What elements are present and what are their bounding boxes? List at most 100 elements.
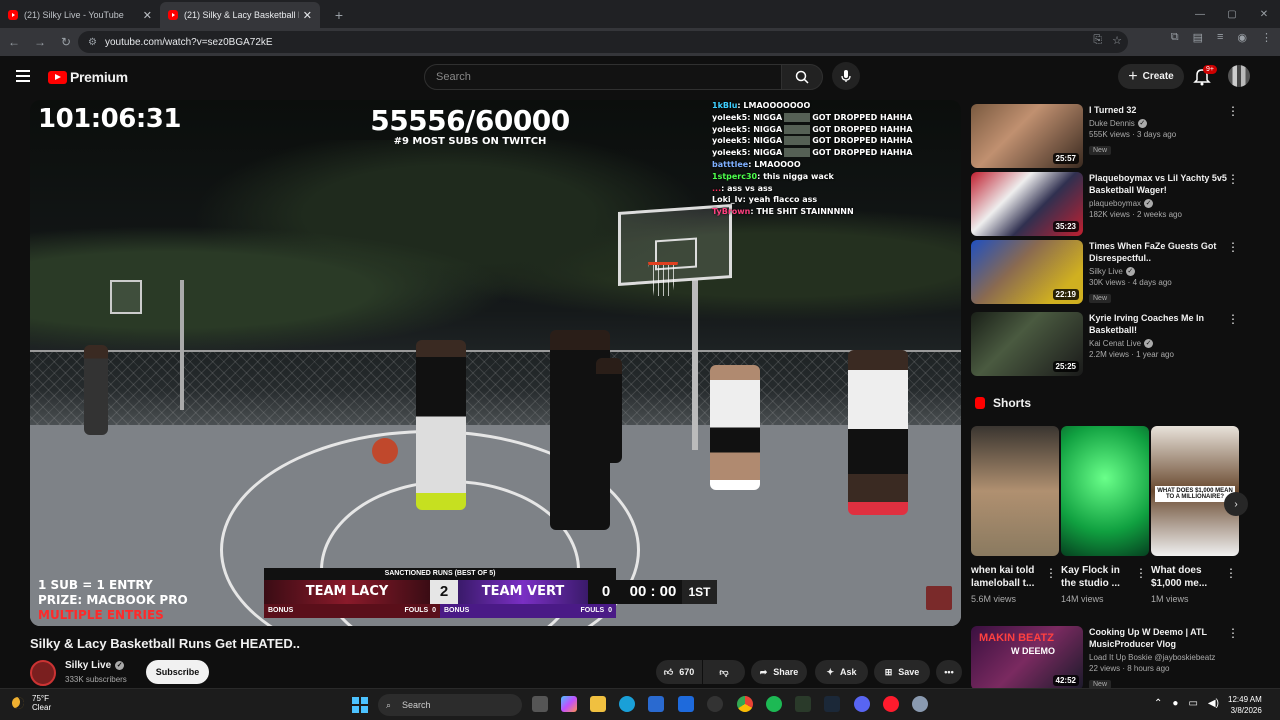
task-view-icon[interactable] <box>532 696 548 712</box>
subscribe-button[interactable]: Subscribe <box>146 660 209 684</box>
tab-silky-live[interactable]: (21) Silky Live - YouTube ✕ <box>0 2 160 28</box>
short-title[interactable]: when kai told lameloball t... <box>971 564 1047 590</box>
maximize-icon[interactable]: ▢ <box>1216 0 1248 28</box>
settings-gear-icon[interactable] <box>912 696 928 712</box>
install-icon[interactable]: ⎘ <box>1093 34 1102 47</box>
video-thumbnail[interactable]: 25:57 <box>971 104 1083 168</box>
reading-list-icon[interactable]: ≡ <box>1217 31 1223 44</box>
volume-icon[interactable]: ◀) <box>1208 698 1219 709</box>
chrome-icon[interactable] <box>737 696 753 712</box>
taskbar-search[interactable]: ⌕ Search <box>378 694 522 716</box>
spotify-icon[interactable] <box>766 696 782 712</box>
tray-overflow-icon[interactable]: ⌃ <box>1154 698 1162 709</box>
search-button[interactable] <box>781 64 823 90</box>
video-player[interactable]: 101:06:31 55556/60000 #9 MOST SUBS ON TW… <box>30 100 961 626</box>
close-tab-icon[interactable]: ✕ <box>303 9 312 22</box>
more-vertical-icon[interactable]: ⋮ <box>1045 566 1057 580</box>
menu-kebab-icon[interactable]: ⋮ <box>1261 31 1272 44</box>
recommended-video[interactable]: 25:25 Kyrie Irving Coaches Me In Basketb… <box>971 312 1241 376</box>
short-card[interactable]: WHAT DOES $1,000 MEAN TO A MILLIONAIRE? … <box>1151 426 1239 604</box>
file-explorer-icon[interactable] <box>590 696 606 712</box>
more-vertical-icon[interactable]: ⋮ <box>1227 172 1239 186</box>
network-icon[interactable]: ▭ <box>1188 698 1197 709</box>
short-thumbnail[interactable] <box>971 426 1059 556</box>
more-vertical-icon[interactable]: ⋮ <box>1227 104 1239 118</box>
search-input[interactable]: Search <box>424 64 782 90</box>
taskbar-clock[interactable]: 12:49 AM 3/8/2026 <box>1228 694 1262 716</box>
dislike-button[interactable]: 👎︎ <box>703 660 745 684</box>
tab-basketball-runs[interactable]: (21) Silky & Lacy Basketball Runs ✕ <box>160 2 320 28</box>
url-field[interactable]: ⚙ youtube.com/watch?v=sez0BGA72kE ⎘ ☆ <box>78 31 1128 53</box>
new-tab-button[interactable]: + <box>328 4 350 26</box>
more-vertical-icon[interactable]: ⋮ <box>1225 566 1237 580</box>
opera-icon[interactable] <box>883 696 899 712</box>
discord-icon[interactable] <box>854 696 870 712</box>
windows-start-icon[interactable] <box>352 697 368 713</box>
forward-icon[interactable]: → <box>28 30 52 54</box>
outlook-icon[interactable] <box>678 696 694 712</box>
more-vertical-icon[interactable]: ⋮ <box>1135 566 1147 580</box>
bookmark-star-icon[interactable]: ☆ <box>1112 34 1122 47</box>
sub-goal: 55556/60000 <box>370 104 570 137</box>
voice-search-button[interactable] <box>832 62 860 90</box>
microphone-icon[interactable]: ● <box>1172 698 1178 709</box>
recommended-video[interactable]: MAKIN BEATZ W DEEMO 42:52 Cooking Up W D… <box>971 626 1241 690</box>
video-title[interactable]: Plaqueboymax vs Lil Yachty 5v5 Basketbal… <box>1089 172 1229 196</box>
video-thumbnail[interactable]: 25:25 <box>971 312 1083 376</box>
channel-avatar[interactable] <box>30 660 56 686</box>
recommended-video[interactable]: 25:57 I Turned 32 Duke Dennis ✓ 555K view… <box>971 104 1241 168</box>
more-vertical-icon[interactable]: ⋮ <box>1227 312 1239 326</box>
weather-widget[interactable]: 75°F Clear <box>12 694 51 712</box>
more-actions-button[interactable]: ••• <box>936 660 962 684</box>
recommended-video[interactable]: 22:19 Times When FaZe Guests Got Disresp… <box>971 240 1241 304</box>
emote-icon <box>784 148 811 158</box>
video-thumbnail[interactable]: MAKIN BEATZ W DEEMO 42:52 <box>971 626 1083 690</box>
xbox-icon[interactable] <box>795 696 811 712</box>
app-icon[interactable] <box>707 696 723 712</box>
shorts-next-button[interactable]: › <box>1224 492 1248 516</box>
video-thumbnail[interactable]: 35:23 <box>971 172 1083 236</box>
media-icon[interactable]: ▤ <box>1193 31 1203 44</box>
channel-name-row[interactable]: Silky Live ✓ <box>65 660 125 671</box>
like-button[interactable]: 👍︎ 670 <box>656 660 702 684</box>
create-button[interactable]: + Create <box>1118 64 1184 89</box>
store-icon[interactable] <box>648 696 664 712</box>
short-card[interactable]: Kay Flock in the studio ... 14M views ⋮ <box>1061 426 1149 604</box>
video-title[interactable]: Times When FaZe Guests Got Disrespectful… <box>1089 240 1229 264</box>
site-info-icon[interactable]: ⚙ <box>88 37 97 48</box>
copilot-icon[interactable] <box>561 696 577 712</box>
more-vertical-icon[interactable]: ⋮ <box>1227 626 1239 640</box>
short-card[interactable]: when kai told lameloball t... 5.6M views… <box>971 426 1059 604</box>
more-vertical-icon[interactable]: ⋮ <box>1227 240 1239 254</box>
save-button[interactable]: ⊞ Save <box>874 660 930 684</box>
taskbar-search-label: Search <box>402 700 431 710</box>
channel-name[interactable]: Silky Live <box>65 660 111 671</box>
short-title[interactable]: What does $1,000 me... <box>1151 564 1227 590</box>
minimize-icon[interactable]: — <box>1184 0 1216 28</box>
steam-icon[interactable] <box>824 696 840 712</box>
menu-hamburger-icon[interactable] <box>16 70 30 82</box>
share-button[interactable]: ➦ Share <box>751 660 807 684</box>
close-tab-icon[interactable]: ✕ <box>143 9 152 22</box>
video-title[interactable]: Cooking Up W Deemo | ATL MusicProducer V… <box>1089 626 1229 650</box>
profile-icon[interactable]: ◉ <box>1237 31 1247 44</box>
short-thumbnail[interactable] <box>1061 426 1149 556</box>
back-icon[interactable]: ← <box>2 30 26 54</box>
short-thumbnail[interactable]: WHAT DOES $1,000 MEAN TO A MILLIONAIRE? <box>1151 426 1239 556</box>
team2-score: 0 <box>588 580 624 604</box>
clock-date: 3/8/2026 <box>1230 706 1262 715</box>
video-title[interactable]: Kyrie Irving Coaches Me In Basketball! <box>1089 312 1229 336</box>
youtube-premium-logo[interactable]: Premium <box>48 69 128 85</box>
recommended-video[interactable]: 35:23 Plaqueboymax vs Lil Yachty 5v5 Bas… <box>971 172 1241 236</box>
video-thumbnail[interactable]: 22:19 <box>971 240 1083 304</box>
account-avatar[interactable] <box>1228 65 1250 87</box>
video-title[interactable]: I Turned 32 <box>1089 104 1229 116</box>
edge-icon[interactable] <box>619 696 635 712</box>
close-window-icon[interactable]: ✕ <box>1248 0 1280 28</box>
verified-check-icon: ✓ <box>1137 119 1147 128</box>
extensions-icon[interactable]: ⧉ <box>1171 31 1179 44</box>
ask-button[interactable]: ✦ Ask <box>815 660 868 684</box>
short-title[interactable]: Kay Flock in the studio ... <box>1061 564 1137 590</box>
reload-icon[interactable]: ↻ <box>54 30 78 54</box>
tab-title: (21) Silky Live - YouTube <box>24 10 124 20</box>
